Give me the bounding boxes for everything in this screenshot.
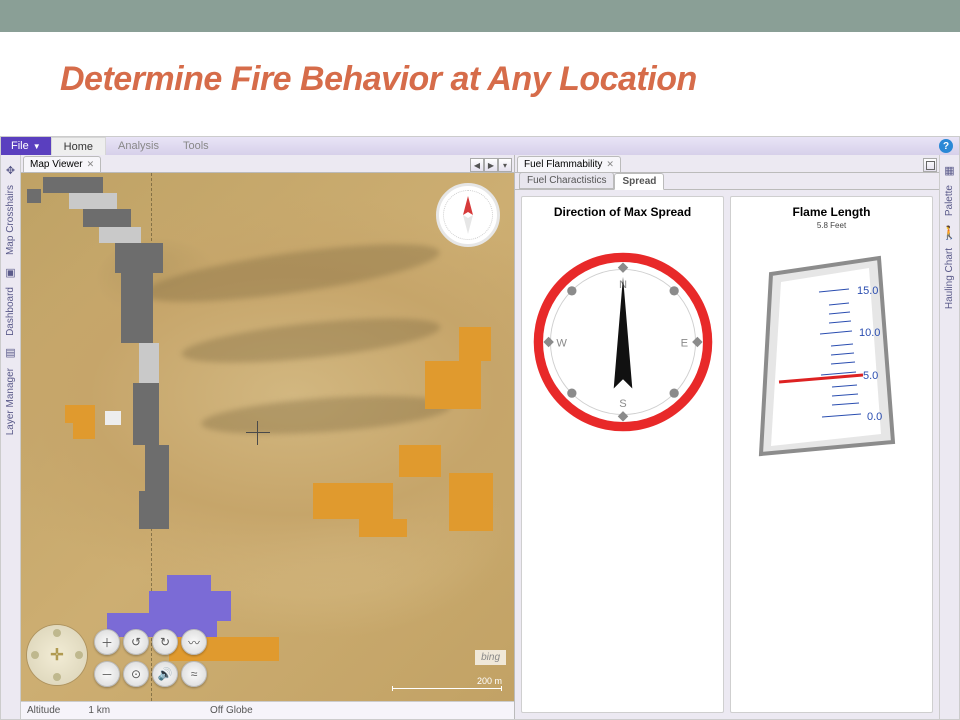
map-control-row-2: － ⊙ 🔊 ≈ [29,661,207,687]
raster-cell [65,405,95,423]
flame-gauge-title: Flame Length [792,205,870,219]
compass-needle-icon [456,195,480,235]
map-crosshairs-icon: ✥ [4,163,18,177]
tab-home[interactable]: Home [51,137,106,155]
help-icon[interactable]: ? [939,139,953,153]
zoom-out-button[interactable]: － [94,661,120,687]
tab-tools[interactable]: Tools [171,137,221,155]
raster-cell [43,177,103,193]
tick-label: 0.0 [867,411,882,423]
dock-tab-hauling-chart[interactable]: Hauling Chart [944,240,955,317]
flammability-panel-tabstrip: Fuel Flammability ✕ [515,155,939,173]
flammability-column: Fuel Flammability ✕ Fuel Charactistics S… [515,155,939,719]
center-columns: Map Viewer ✕ ◀ ▶ ▾ [21,155,939,719]
map-canvas[interactable]: ✛ ＋ ↺ ↻ 〰 － ⊙ 🔊 ≈ bi [21,173,514,701]
dock-tab-palette[interactable]: Palette [944,177,955,224]
palette-icon: ▦ [943,163,957,177]
raster-cell [449,473,493,531]
reset-view-button[interactable]: ⊙ [123,661,149,687]
raster-cell [115,243,163,273]
raster-cell [27,189,41,203]
sub-tab-fuel-characteristics[interactable]: Fuel Charactistics [519,172,614,189]
direction-compass-gauge: N S W E [530,249,716,435]
flame-gauge-subtitle: 5.8 Feet [817,221,846,230]
tick-label: 10.0 [859,327,880,339]
tab-analysis[interactable]: Analysis [106,137,171,155]
cardinal-e: E [680,338,687,350]
right-dock-rail: ▦ Palette 🚶 Hauling Chart [939,155,959,719]
altitude-value: 1 km [88,705,110,716]
direction-gauge-card: Direction of Max Spread [521,196,724,713]
flame-gauge-card: Flame Length 5.8 Feet [730,196,933,713]
raster-cell [133,383,159,445]
tab-prev-button[interactable]: ◀ [470,158,484,172]
slide-top-band [0,0,960,32]
slide-title: Determine Fire Behavior at Any Location [0,32,960,117]
altitude-label: Altitude [27,705,60,716]
tab-next-button[interactable]: ▶ [484,158,498,172]
map-scale-bar: 200 m [392,676,502,689]
menubar: File Home Analysis Tools ? [1,137,959,155]
flame-length-gauge: 15.0 10.0 5.0 0.0 [757,252,907,462]
fuel-flammability-tab-label: Fuel Flammability [524,159,602,170]
map-control-row-1: ✛ ＋ ↺ ↻ 〰 [29,629,207,655]
dashboard-icon: ▣ [4,265,18,279]
dock-tab-dashboard[interactable]: Dashboard [5,279,16,344]
application-window: File Home Analysis Tools ? ✥ Map Crossha… [0,136,960,720]
raster-cell [425,361,481,409]
tick-label: 5.0 [863,370,878,382]
raster-cell [139,343,159,383]
tick-label: 15.0 [857,285,878,297]
raster-cell [105,411,121,425]
rotate-cw-button[interactable]: ↻ [152,629,178,655]
raster-cell [99,227,141,243]
layers-button[interactable]: ≈ [181,661,207,687]
raster-cell [459,327,491,361]
map-crosshair-icon [246,421,270,445]
terrain-toggle-button[interactable]: 〰 [181,629,207,655]
hauling-chart-icon: 🚶 [943,226,957,240]
map-viewer-tab[interactable]: Map Viewer ✕ [23,156,101,172]
layer-manager-icon: ▤ [4,346,18,360]
scale-label: 200 m [477,676,502,686]
map-viewer-tab-label: Map Viewer [30,159,83,170]
map-attribution: bing [475,650,506,665]
map-footer: Altitude 1 km Off Globe [21,701,514,719]
map-north-compass[interactable] [436,183,500,247]
close-icon[interactable]: ✕ [606,159,614,170]
globe-status: Off Globe [210,705,253,716]
raster-cell [313,483,393,519]
zoom-in-button[interactable]: ＋ [94,629,120,655]
gauge-row: Direction of Max Spread [515,190,939,719]
cardinal-s: S [619,398,626,410]
workspace: ✥ Map Crosshairs ▣ Dashboard ▤ Layer Man… [1,155,959,719]
left-dock-rail: ✥ Map Crosshairs ▣ Dashboard ▤ Layer Man… [1,155,21,719]
volume-button[interactable]: 🔊 [152,661,178,687]
raster-cell [139,491,169,529]
raster-cell [69,193,117,209]
raster-cell [73,423,95,439]
map-panel-tabstrip: Map Viewer ✕ ◀ ▶ ▾ [21,155,514,173]
sub-tab-spread[interactable]: Spread [614,173,664,190]
raster-cell [359,519,407,537]
raster-cell [167,575,211,593]
dock-tab-map-crosshairs[interactable]: Map Crosshairs [5,177,16,263]
map-column: Map Viewer ✕ ◀ ▶ ▾ [21,155,515,719]
close-icon[interactable]: ✕ [87,159,95,170]
raster-cell [121,273,153,343]
raster-cell [83,209,131,227]
flammability-sub-tabs: Fuel Charactistics Spread [515,173,939,190]
raster-cell [399,445,441,477]
rotate-ccw-button[interactable]: ↺ [123,629,149,655]
raster-cell [145,445,169,491]
direction-gauge-title: Direction of Max Spread [554,205,691,219]
tab-dropdown-button[interactable]: ▾ [498,158,512,172]
cardinal-w: W [556,338,567,350]
maximize-panel-button[interactable] [923,158,937,172]
file-menu-button[interactable]: File [1,137,51,155]
dock-tab-layer-manager[interactable]: Layer Manager [5,360,16,443]
fuel-flammability-tab[interactable]: Fuel Flammability ✕ [517,156,621,172]
